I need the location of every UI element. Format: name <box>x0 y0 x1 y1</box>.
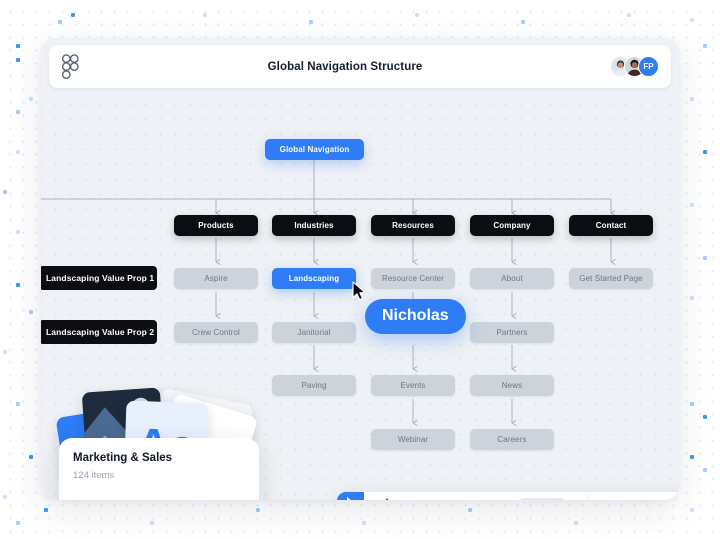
folder-card-body: Marketing & Sales 124 items C <box>59 438 259 500</box>
select-tool[interactable] <box>337 492 364 500</box>
collaborator-avatars: FP <box>610 56 659 77</box>
flow-node-get-started[interactable]: Get Started Page <box>569 268 653 289</box>
flow-node-about[interactable]: About <box>470 268 554 289</box>
flow-node-products[interactable]: Products <box>174 215 258 236</box>
flow-node-contact[interactable]: Contact <box>569 215 653 236</box>
connector-tool-group[interactable] <box>625 499 660 500</box>
toolbar-secondary-tools <box>588 499 679 500</box>
cursor-arrow-icon <box>346 496 351 500</box>
page-title: Global Navigation Structure <box>267 60 423 73</box>
page-root: Global Navigation Structure FP Global Na… <box>0 0 720 539</box>
sticky-note-tool[interactable] <box>665 499 679 500</box>
flow-node-resources[interactable]: Resources <box>371 215 455 236</box>
flow-node-partners[interactable]: Partners <box>470 322 554 343</box>
frame-stack-icon <box>507 498 564 500</box>
pen-icon <box>386 498 388 500</box>
flow-node-root[interactable]: Global Navigation <box>265 139 364 160</box>
folder-card-title: Marketing & Sales <box>73 452 173 464</box>
figjam-app-window: Global Navigation Structure FP Global Na… <box>41 38 679 500</box>
flow-node-company[interactable]: Company <box>470 215 554 236</box>
flow-node-industries[interactable]: Industries <box>272 215 356 236</box>
figma-logo-icon[interactable] <box>61 53 80 80</box>
remote-cursor-arrow-icon <box>352 281 366 301</box>
flow-node-janitorial[interactable]: Janitorial <box>272 322 356 343</box>
flow-node-careers[interactable]: Careers <box>470 429 554 450</box>
canvas-area[interactable]: Global Navigation Products Industries Re… <box>41 94 679 500</box>
flow-node-news[interactable]: News <box>470 375 554 396</box>
connector-menu[interactable] <box>648 499 660 500</box>
flow-node-resource-center[interactable]: Resource Center <box>371 268 455 289</box>
remote-cursor-name-label: Nicholas <box>365 299 466 334</box>
select-hand-tool-group[interactable] <box>337 492 364 500</box>
flow-node-webinar[interactable]: Webinar <box>371 429 455 450</box>
text-tool[interactable] <box>597 499 620 500</box>
pen-tool[interactable] <box>365 492 409 500</box>
shape-menu[interactable] <box>483 492 499 500</box>
folder-card-item-count: 124 items <box>73 470 115 481</box>
canvas-toolbar[interactable] <box>337 492 679 500</box>
frame-menu[interactable] <box>571 492 587 500</box>
folder-card[interactable]: Aa Marketing & Sales 124 items <box>55 384 259 500</box>
flow-node-paving[interactable]: Paving <box>272 375 356 396</box>
app-header: Global Navigation Structure FP <box>49 45 671 88</box>
sticky-note-value-prop-2[interactable]: Landscaping Value Prop 2 <box>41 320 157 344</box>
flow-node-events[interactable]: Events <box>371 375 455 396</box>
avatar-initials[interactable]: FP <box>638 56 659 77</box>
flow-node-landscaping[interactable]: Landscaping <box>272 268 356 289</box>
flow-node-crew-control[interactable]: Crew Control <box>174 322 258 343</box>
frame-tool[interactable] <box>499 492 571 500</box>
shape-tool[interactable] <box>409 492 483 500</box>
sticky-note-value-prop-1[interactable]: Landscaping Value Prop 1 <box>41 266 157 290</box>
flow-node-aspire[interactable]: Aspire <box>174 268 258 289</box>
connector-tool[interactable] <box>625 499 648 500</box>
